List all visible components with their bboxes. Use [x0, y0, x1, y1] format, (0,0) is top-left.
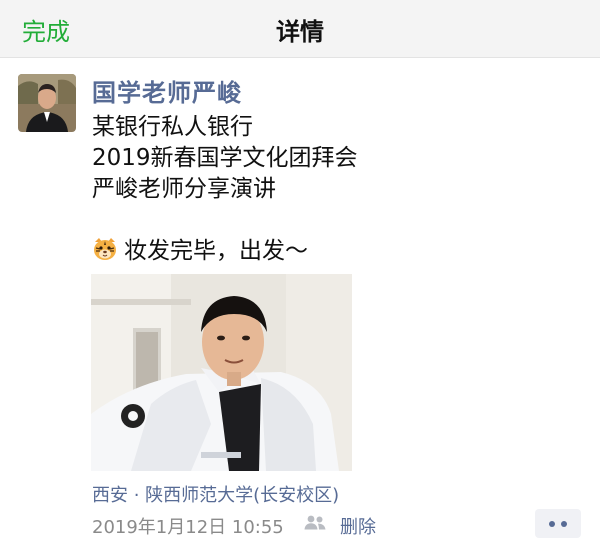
location-link[interactable]: 西安 · 陕西师范大学(长安校区) — [92, 481, 339, 507]
post-photo-image — [91, 274, 352, 471]
avatar-image — [18, 74, 76, 132]
post-text-line: 妆发完毕，出发～ — [124, 238, 308, 264]
dot — [549, 521, 555, 527]
post-text-blank-line — [92, 205, 358, 236]
more-dots-button[interactable] — [535, 509, 581, 538]
post-text-line-with-emoji: 妆发完毕，出发～ — [92, 236, 358, 267]
post-timestamp: 2019年1月12日 10:55 — [92, 517, 284, 538]
post-text-line: 某银行私人银行 — [92, 114, 253, 140]
post-text-line: 严峻老师分享演讲 — [92, 176, 276, 202]
page-title: 详情 — [276, 18, 324, 46]
delete-button[interactable]: 删除 — [340, 513, 376, 539]
navigation-bar: 完成 详情 — [0, 0, 600, 58]
tiger-face-icon — [92, 236, 118, 262]
friends-icon — [304, 515, 326, 530]
dot — [561, 521, 567, 527]
post-photo[interactable] — [91, 274, 352, 471]
avatar[interactable] — [18, 74, 76, 132]
author-name[interactable]: 国学老师严峻 — [92, 73, 242, 108]
post-text-line: 2019新春国学文化团拜会 — [92, 145, 358, 171]
post-text: 某银行私人银行 2019新春国学文化团拜会 严峻老师分享演讲 妆发完毕，出发～ — [92, 112, 358, 267]
